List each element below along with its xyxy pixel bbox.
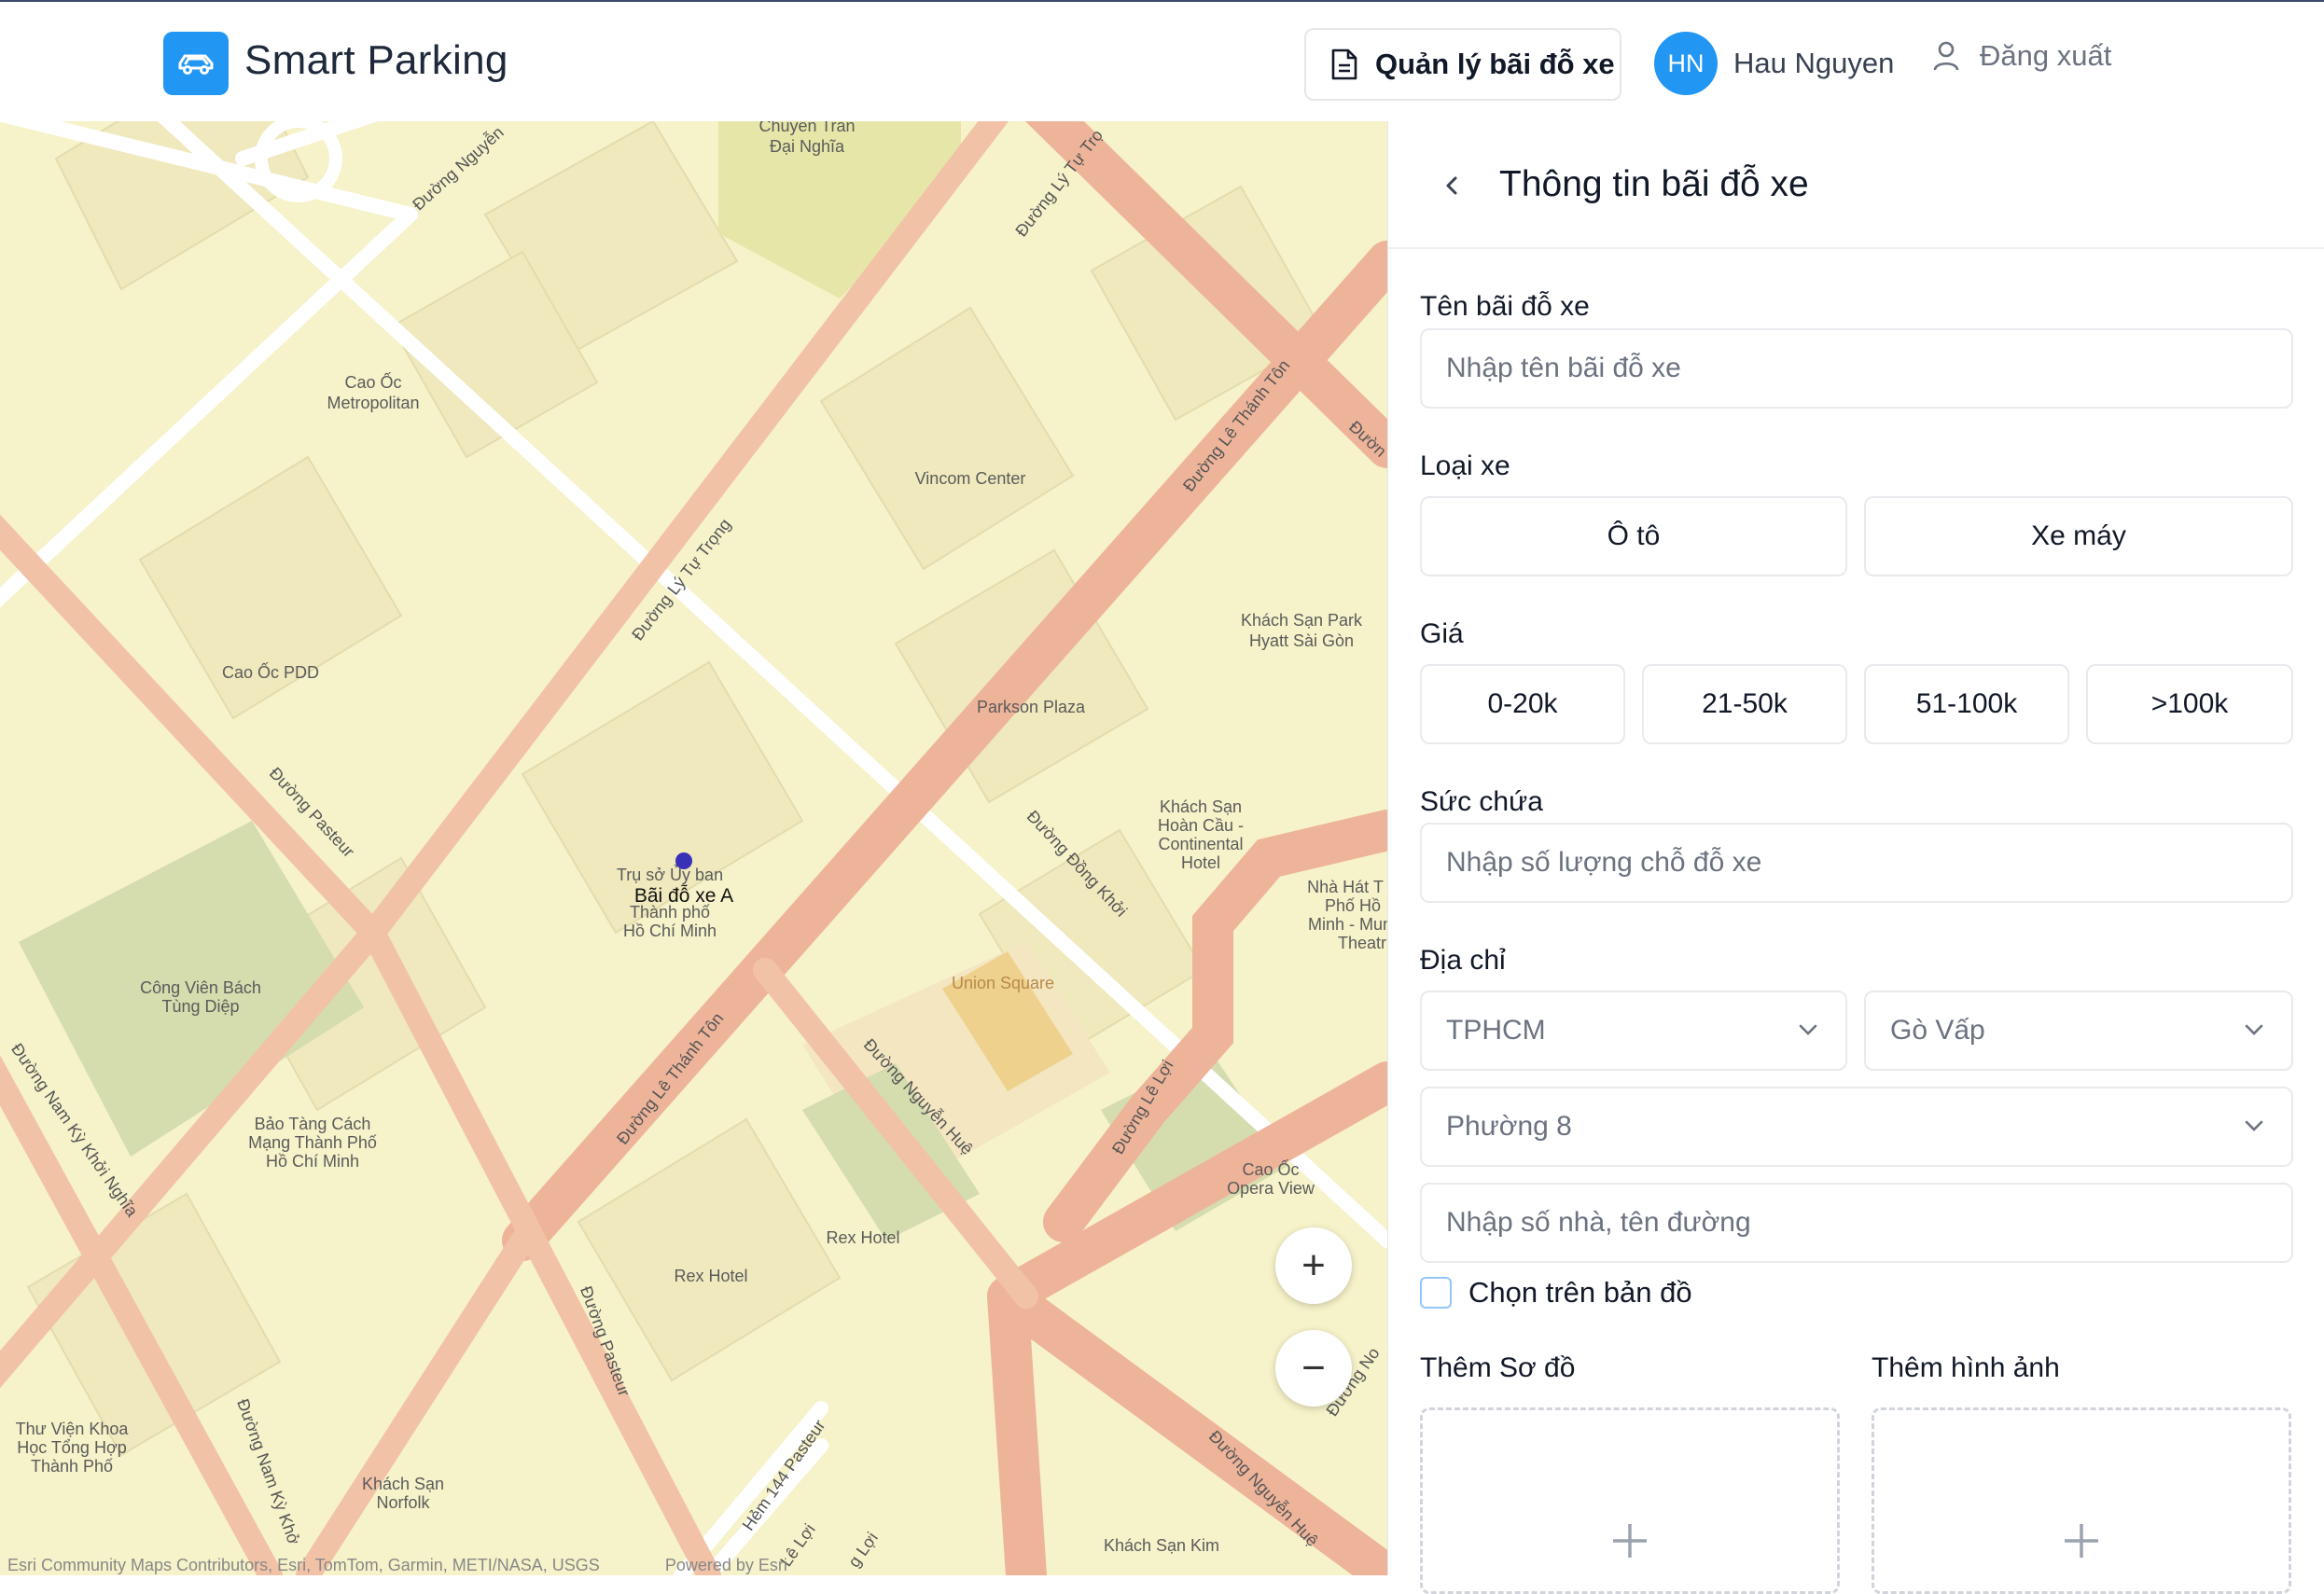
user-name: Hau Nguyen xyxy=(1733,47,1895,79)
map-label-parkson: Parkson Plaza xyxy=(977,698,1086,716)
top-navbar: Smart Parking Quản lý bãi đỗ xe HN Hau N… xyxy=(0,0,2324,121)
price-option-21-50k[interactable]: 21-50k xyxy=(1642,664,1847,744)
ward-select[interactable]: Phường 8 xyxy=(1420,1087,2293,1167)
pick-on-map-checkbox[interactable] xyxy=(1420,1277,1452,1309)
logout-label: Đăng xuất xyxy=(1980,39,2112,72)
map-label-tru-so-1: Trụ sở Ủy ban xyxy=(617,865,723,884)
map-label-cong-vien-2: Tùng Diệp xyxy=(161,997,239,1016)
street-input[interactable]: Nhập số nhà, tên đường xyxy=(1420,1183,2293,1263)
brand-title[interactable]: Smart Parking xyxy=(244,37,508,84)
car-logo-icon[interactable] xyxy=(163,32,229,95)
map-label-nha-hat-1: Nhà Hát T xyxy=(1307,878,1384,896)
city-select-value: TPHCM xyxy=(1446,1015,1546,1046)
map-label-nha-hat-3: Minh - Mun xyxy=(1308,915,1387,934)
map-label-rex-2: Rex Hotel xyxy=(674,1267,747,1285)
powered-by-text: Powered by Esri xyxy=(664,1556,787,1574)
chevron-down-icon xyxy=(1799,1024,1817,1035)
plus-icon xyxy=(2065,1524,2098,1558)
city-select[interactable]: TPHCM xyxy=(1420,991,1847,1071)
pick-on-map-label[interactable]: Chọn trên bản đồ xyxy=(1468,1276,1692,1310)
district-select-value: Gò Vấp xyxy=(1890,1015,1985,1046)
map-label-vincom: Vincom Center xyxy=(915,469,1026,488)
map-label-hoan-cau-1: Khách Sạn xyxy=(1160,797,1242,816)
capacity-label: Sức chứa xyxy=(1420,786,1543,817)
chevron-down-icon xyxy=(2245,1120,2263,1131)
document-icon xyxy=(1331,49,1357,80)
map-label-dai-nghia: Đại Nghĩa xyxy=(770,137,845,156)
map-label-chuyen-tran: Chuyên Trần xyxy=(758,121,855,135)
add-image-label: Thêm hình ảnh xyxy=(1872,1352,2060,1383)
manage-parking-button[interactable]: Quản lý bãi đỗ xe xyxy=(1304,28,1621,101)
map-label-hoan-cau-2: Hoàn Cầu - xyxy=(1158,816,1244,835)
map-label-cao-oc-metro-2: Metropolitan xyxy=(327,394,419,412)
map-label-nha-hat-2: Phố Hồ xyxy=(1325,896,1381,915)
vehicle-option-car[interactable]: Ô tô xyxy=(1420,496,1847,576)
map-label-union: Union Square xyxy=(952,974,1054,992)
map-label-cong-vien-1: Công Viên Bách xyxy=(140,978,261,997)
name-label: Tên bãi đỗ xe xyxy=(1420,291,1590,322)
zoom-out-button[interactable]: − xyxy=(1275,1330,1352,1407)
parking-name-input[interactable]: Nhập tên bãi đỗ xe xyxy=(1420,328,2293,409)
plus-icon xyxy=(1613,1524,1647,1558)
map-label-cao-oc-metro-1: Cao Ốc xyxy=(344,372,401,392)
map-label-thu-vien-2: Học Tổng Hợp xyxy=(17,1438,127,1457)
map-attribution: Esri Community Maps Contributors, Esri, … xyxy=(7,1556,787,1575)
diagram-upload[interactable] xyxy=(1420,1407,1840,1594)
parking-marker-label: Bãi đỗ xe A xyxy=(634,885,733,907)
map-label-thu-vien-3: Thành Phố xyxy=(31,1457,113,1476)
map-label-opera-1: Cao Ốc xyxy=(1242,1159,1299,1179)
vehicle-option-motorbike[interactable]: Xe máy xyxy=(1864,496,2293,576)
avatar[interactable]: HN xyxy=(1654,32,1718,95)
map-label-hyatt-1: Khách Sạn Park xyxy=(1241,611,1363,630)
map-label-norfolk-2: Norfolk xyxy=(376,1493,430,1512)
map-label-bao-tang-2: Mạng Thành Phố xyxy=(248,1133,377,1152)
vehicle-type-label: Loại xe xyxy=(1420,450,1510,481)
map-label-norfolk-1: Khách Sạn xyxy=(362,1475,444,1493)
capacity-input[interactable]: Nhập số lượng chỗ đỗ xe xyxy=(1420,823,2293,903)
zoom-in-button[interactable]: + xyxy=(1275,1227,1352,1304)
district-select[interactable]: Gò Vấp xyxy=(1864,991,2293,1071)
map-label-hoan-cau-3: Continental xyxy=(1158,835,1243,853)
map-view[interactable]: Chuyên Trần Đại Nghĩa Cao Ốc Metropolita… xyxy=(0,121,1387,1575)
user-icon xyxy=(1933,41,1959,71)
logout-button[interactable]: Đăng xuất xyxy=(1933,39,2111,73)
map-label-opera-2: Opera View xyxy=(1227,1179,1315,1198)
price-option-0-20k[interactable]: 0-20k xyxy=(1420,664,1625,744)
map-label-hyatt-2: Hyatt Sài Gòn xyxy=(1249,631,1354,650)
panel-title: Thông tin bãi đỗ xe xyxy=(1499,164,1809,204)
manage-parking-label: Quản lý bãi đỗ xe xyxy=(1375,48,1615,80)
map-label-nha-hat-4: Theatr xyxy=(1338,934,1386,952)
image-upload[interactable] xyxy=(1872,1407,2291,1594)
map-label-cao-oc-pdd: Cao Ốc PDD xyxy=(222,662,319,682)
map-label-thu-vien-1: Thư Viện Khoa xyxy=(16,1420,130,1438)
map-label-bao-tang-3: Hồ Chí Minh xyxy=(266,1152,359,1171)
parking-marker-icon[interactable] xyxy=(675,852,692,869)
price-option-over-100k[interactable]: >100k xyxy=(2086,664,2293,744)
chevron-down-icon xyxy=(2245,1024,2263,1035)
price-label: Giá xyxy=(1420,618,1464,649)
map-label-rex-1: Rex Hotel xyxy=(826,1228,899,1247)
address-label: Địa chỉ xyxy=(1420,945,1506,976)
chevron-left-icon[interactable] xyxy=(1437,170,1468,201)
map-label-tru-so-3: Hồ Chí Minh xyxy=(623,922,717,940)
map-label-kim-do: Khách Sạn Kim xyxy=(1104,1536,1219,1555)
map-label-hoan-cau-4: Hotel xyxy=(1181,853,1220,872)
ward-select-value: Phường 8 xyxy=(1446,1111,1572,1142)
parking-info-panel: Thông tin bãi đỗ xe Tên bãi đỗ xe Nhập t… xyxy=(1387,121,2324,1594)
attribution-text: Esri Community Maps Contributors, Esri, … xyxy=(7,1556,600,1574)
panel-header: Thông tin bãi đỗ xe xyxy=(1388,121,2324,249)
add-diagram-label: Thêm Sơ đồ xyxy=(1420,1352,1576,1383)
price-option-51-100k[interactable]: 51-100k xyxy=(1864,664,2069,744)
map-label-bao-tang-1: Bảo Tàng Cách xyxy=(255,1115,371,1133)
